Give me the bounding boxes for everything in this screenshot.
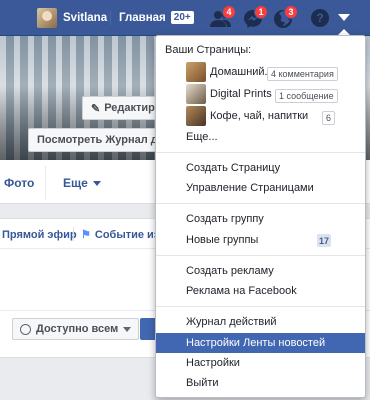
create-ad-item[interactable]: Создать рекламу	[186, 265, 274, 277]
activity-log-item[interactable]: Журнал действий	[186, 316, 277, 328]
view-activity-log-button[interactable]: Посмотреть Журнал де	[28, 128, 173, 152]
news-feed-settings-item[interactable]: Настройки Ленты новостей	[186, 337, 325, 349]
life-event-label: Событие из	[94, 228, 160, 241]
page-badge: 4 комментария	[267, 67, 338, 81]
tab-photos[interactable]: Фото	[4, 176, 34, 190]
create-page-item[interactable]: Создать Страницу	[186, 162, 280, 174]
page-thumbnail	[186, 62, 206, 82]
your-pages-heading: Ваши Страницы:	[165, 44, 252, 56]
home-count-badge: 20+	[170, 11, 194, 24]
page-thumbnail	[186, 106, 206, 126]
page-item[interactable]: Кофе, чай, напитки	[186, 106, 336, 126]
friend-requests-badge: 4	[222, 5, 236, 19]
menu-divider	[156, 152, 365, 153]
manage-pages-item[interactable]: Управление Страницами	[186, 182, 314, 194]
chevron-down-icon	[92, 180, 101, 186]
new-groups-count-badge: 17	[317, 234, 331, 247]
home-link[interactable]: Главная 20+	[119, 11, 194, 24]
settings-item[interactable]: Настройки	[186, 357, 240, 369]
page-badge: 6	[322, 111, 336, 125]
notifications-button[interactable]: 3	[272, 5, 298, 29]
notifications-badge: 3	[284, 5, 298, 19]
user-name: Svitlana	[63, 12, 108, 24]
page-name: Digital Prints ...	[210, 88, 284, 100]
create-group-item[interactable]: Создать группу	[186, 213, 264, 225]
account-menu-caret-icon[interactable]	[338, 14, 350, 21]
page-badge: 1 сообщение	[275, 89, 338, 103]
avatar	[37, 8, 57, 28]
menu-divider	[156, 203, 365, 204]
ads-on-facebook-item[interactable]: Реклама на Facebook	[186, 285, 297, 297]
chevron-down-icon	[123, 326, 132, 332]
tab-more-label: Еще	[63, 176, 88, 190]
pencil-icon: ✎	[91, 102, 101, 115]
friend-requests-button[interactable]: 4	[210, 5, 236, 29]
globe-icon	[20, 323, 31, 335]
life-event-button[interactable]: ⚑ Событие из	[81, 228, 160, 242]
flag-icon: ⚑	[81, 229, 91, 241]
menu-divider	[156, 255, 365, 256]
menu-divider	[156, 306, 365, 307]
messages-button[interactable]: 1	[242, 5, 268, 29]
page-name: Кофе, чай, напитки	[210, 110, 309, 122]
home-label: Главная	[119, 11, 166, 24]
tab-divider	[45, 166, 46, 200]
audience-selector[interactable]: Доступно всем	[12, 318, 140, 340]
profile-link[interactable]: Svitlana	[37, 7, 107, 29]
more-pages-link[interactable]: Еще...	[186, 131, 218, 143]
logout-item[interactable]: Выйти	[186, 377, 219, 389]
edit-profile-label: Редактиро	[104, 102, 162, 114]
page-thumbnail	[186, 84, 206, 104]
composer-divider	[73, 227, 74, 241]
tab-more[interactable]: Еще	[63, 176, 101, 190]
live-video-button[interactable]: Прямой эфир	[2, 229, 77, 241]
audience-label: Доступно всем	[36, 323, 119, 335]
page-name: Домашний...	[210, 66, 274, 78]
help-icon[interactable]: ?	[311, 9, 329, 27]
nav-divider	[110, 11, 111, 25]
new-groups-item[interactable]: Новые группы	[186, 234, 258, 246]
messages-badge: 1	[254, 5, 268, 19]
